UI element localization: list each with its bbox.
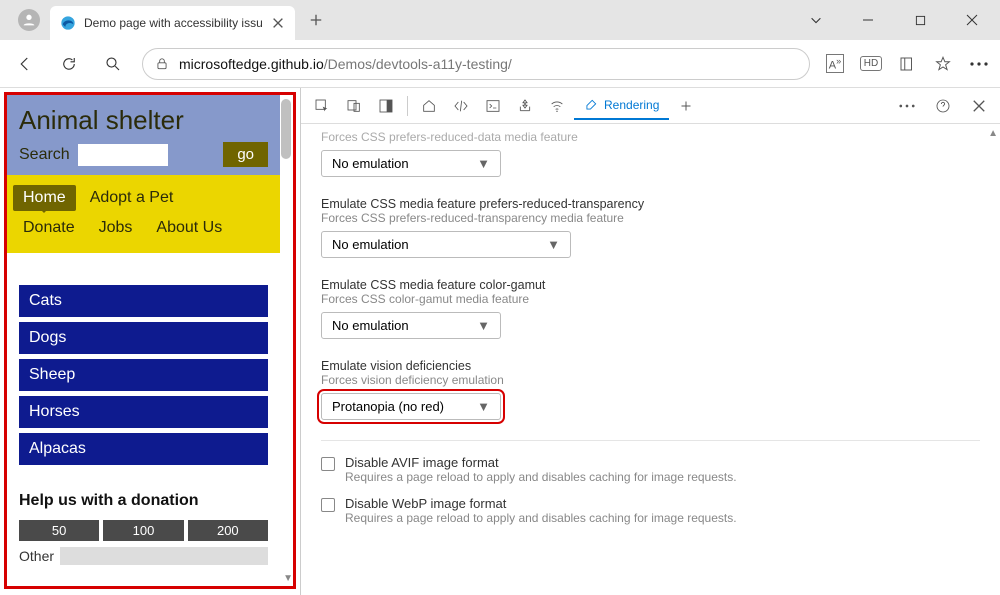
page-header: Animal shelter Search go: [7, 95, 280, 175]
page-title: Animal shelter: [19, 105, 268, 136]
new-tab-button[interactable]: [301, 5, 331, 35]
section-subtitle: Forces vision deficiency emulation: [321, 373, 980, 387]
checkbox-subtitle: Requires a page reload to apply and disa…: [345, 511, 737, 525]
paintbrush-icon: [584, 98, 598, 112]
devtools-body: ▲ Forces CSS prefers-reduced-data media …: [301, 124, 1000, 595]
search-label: Search: [19, 146, 70, 164]
section-subtitle: Forces CSS prefers-reduced-transparency …: [321, 211, 980, 225]
sources-icon[interactable]: [510, 91, 540, 121]
scroll-down-icon[interactable]: ▼: [283, 573, 293, 584]
chevron-down-icon: ▼: [477, 318, 490, 333]
devtools-tabs: Rendering: [301, 88, 1000, 124]
checkbox-subtitle: Requires a page reload to apply and disa…: [345, 470, 737, 484]
url-text: microsoftedge.github.io/Demos/devtools-a…: [179, 56, 512, 72]
chevron-down-icon: ▼: [477, 399, 490, 414]
donation-other-input[interactable]: [60, 547, 268, 565]
checkbox-label: Disable AVIF image format: [345, 455, 737, 470]
donation-amount-button[interactable]: 100: [103, 520, 183, 541]
tab-title: Demo page with accessibility issu: [84, 16, 263, 30]
device-icon[interactable]: [339, 91, 369, 121]
tab-rendering[interactable]: Rendering: [574, 92, 669, 120]
close-icon[interactable]: [271, 16, 285, 30]
close-devtools-button[interactable]: [964, 91, 994, 121]
read-aloud-icon[interactable]: A»: [824, 53, 846, 75]
network-icon[interactable]: [542, 91, 572, 121]
section-subtitle: Forces CSS prefers-reduced-data media fe…: [321, 130, 980, 144]
devtools-panel: Rendering ▲ Forces CSS prefers-reduced-d…: [300, 88, 1000, 595]
inspect-icon[interactable]: [307, 91, 337, 121]
chevron-down-icon[interactable]: [796, 5, 836, 35]
more-icon[interactable]: [892, 91, 922, 121]
scrollbar-thumb[interactable]: [281, 99, 291, 159]
animal-list: Cats Dogs Sheep Horses Alpacas: [7, 253, 280, 480]
list-item[interactable]: Horses: [19, 396, 268, 428]
vision-deficiency-select[interactable]: Protanopia (no red) ▼: [321, 393, 501, 420]
maximize-button[interactable]: [900, 5, 940, 35]
checkbox-label: Disable WebP image format: [345, 496, 737, 511]
more-tabs-button[interactable]: [671, 91, 701, 121]
go-button[interactable]: go: [223, 142, 268, 167]
list-item[interactable]: Cats: [19, 285, 268, 317]
list-item[interactable]: Alpacas: [19, 433, 268, 465]
donation-other-label: Other: [19, 548, 54, 564]
donation-amount-button[interactable]: 200: [188, 520, 268, 541]
section-title: Emulate CSS media feature prefers-reduce…: [321, 197, 980, 211]
transparency-select[interactable]: No emulation ▼: [321, 231, 571, 258]
page-preview: Animal shelter Search go Home Adopt a Pe…: [4, 92, 296, 589]
more-icon[interactable]: [968, 53, 990, 75]
gamut-select[interactable]: No emulation ▼: [321, 312, 501, 339]
main-nav: Home Adopt a Pet Donate Jobs About Us: [7, 175, 280, 253]
nav-home[interactable]: Home: [13, 185, 76, 211]
console-icon[interactable]: [478, 91, 508, 121]
elements-icon[interactable]: [446, 91, 476, 121]
favorite-icon[interactable]: [932, 53, 954, 75]
url-input[interactable]: microsoftedge.github.io/Demos/devtools-a…: [142, 48, 810, 80]
hd-icon[interactable]: HD: [860, 53, 882, 75]
disable-avif-checkbox[interactable]: [321, 457, 335, 471]
back-button[interactable]: [10, 49, 40, 79]
donation-section: Help us with a donation 50 100 200 Other: [7, 480, 280, 577]
close-window-button[interactable]: [952, 5, 992, 35]
nav-about[interactable]: About Us: [146, 215, 232, 241]
section-title: Emulate vision deficiencies: [321, 359, 980, 373]
nav-jobs[interactable]: Jobs: [89, 215, 143, 241]
list-item[interactable]: Dogs: [19, 322, 268, 354]
chevron-down-icon: ▼: [547, 237, 560, 252]
address-bar: microsoftedge.github.io/Demos/devtools-a…: [0, 40, 1000, 88]
search-button[interactable]: [98, 49, 128, 79]
list-item[interactable]: Sheep: [19, 359, 268, 391]
divider: [321, 440, 980, 441]
browser-tab[interactable]: Demo page with accessibility issu: [50, 6, 295, 40]
profile-avatar[interactable]: [18, 9, 40, 31]
lock-icon: [155, 57, 169, 71]
donation-amount-button[interactable]: 50: [19, 520, 99, 541]
collections-icon[interactable]: [896, 53, 918, 75]
donation-title: Help us with a donation: [19, 492, 268, 510]
dock-icon[interactable]: [371, 91, 401, 121]
search-input[interactable]: [78, 144, 168, 166]
scroll-up-icon[interactable]: ▲: [988, 128, 998, 139]
help-icon[interactable]: [928, 91, 958, 121]
minimize-button[interactable]: [848, 5, 888, 35]
edge-icon: [60, 15, 76, 31]
reduced-data-select[interactable]: No emulation ▼: [321, 150, 501, 177]
nav-adopt[interactable]: Adopt a Pet: [80, 185, 184, 211]
disable-webp-checkbox[interactable]: [321, 498, 335, 512]
window-titlebar: Demo page with accessibility issu: [0, 0, 1000, 40]
chevron-down-icon: ▼: [477, 156, 490, 171]
section-subtitle: Forces CSS color-gamut media feature: [321, 292, 980, 306]
refresh-button[interactable]: [54, 49, 84, 79]
section-title: Emulate CSS media feature color-gamut: [321, 278, 980, 292]
welcome-icon[interactable]: [414, 91, 444, 121]
